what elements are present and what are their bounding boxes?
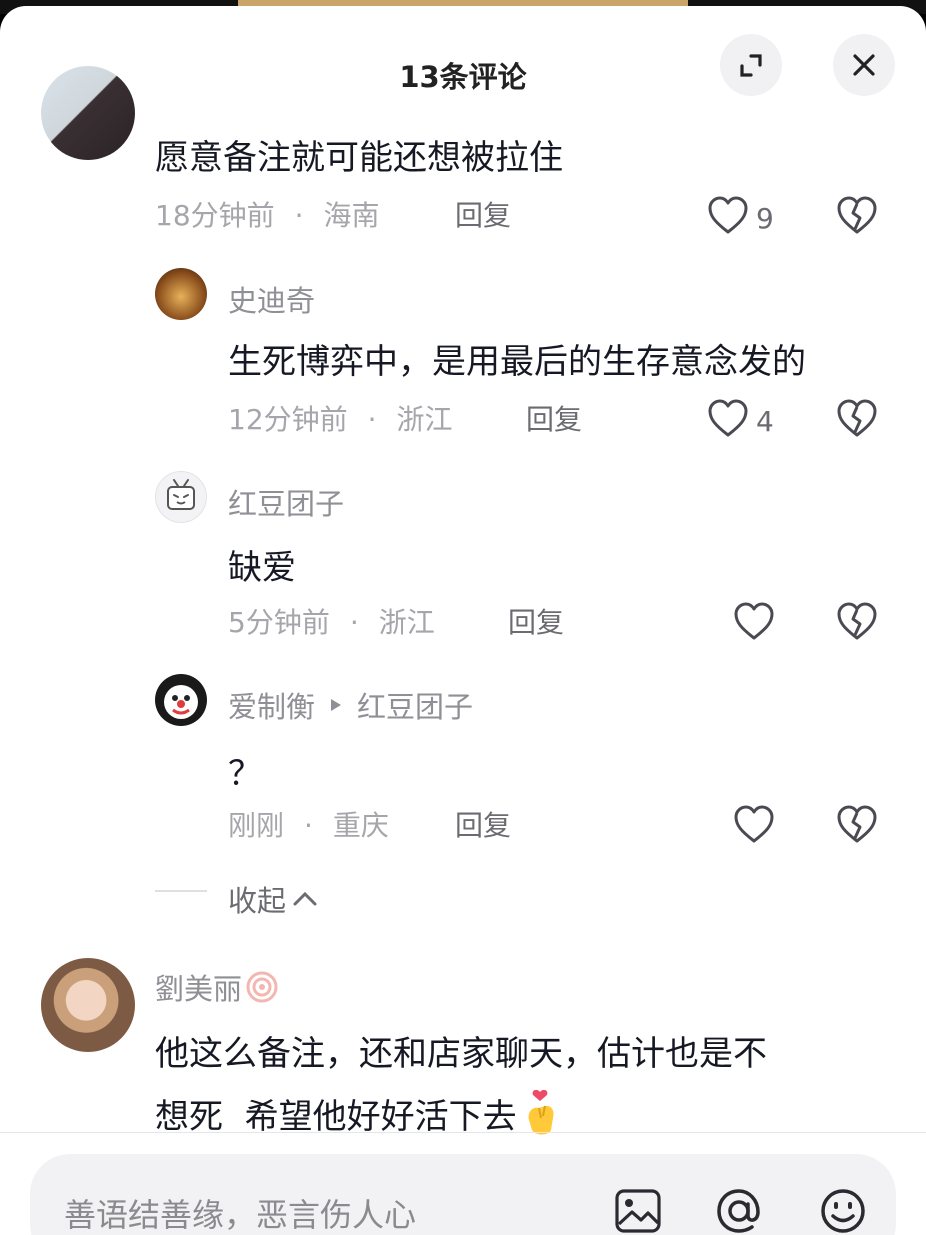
commenter-name[interactable]: 史迪奇 <box>228 278 315 320</box>
heart-icon[interactable] <box>707 196 749 236</box>
comment-text: 生死博弈中，是用最后的生存意念发的 <box>228 342 806 382</box>
reply-button[interactable]: 回复 <box>508 601 564 641</box>
expand-icon <box>740 54 762 77</box>
comment-meta: 12分钟前 · 浙江 <box>228 398 453 438</box>
comment-time: 刚刚 <box>228 809 285 842</box>
collapse-divider <box>155 890 207 892</box>
close-icon <box>853 54 875 76</box>
comment-text: 愿意备注就可能还想被拉住 <box>155 138 563 178</box>
comment-text: ？ <box>228 754 262 794</box>
comment-time: 5分钟前 <box>228 606 330 639</box>
comment-location: 重庆 <box>332 809 389 842</box>
comment-text: 想死 希望他好好活下去 <box>155 1096 517 1137</box>
heart-icon[interactable] <box>733 805 775 845</box>
meta-separator: · <box>304 809 313 842</box>
comment-time: 12分钟前 <box>228 403 348 436</box>
collapse-label: 收起 <box>228 884 287 918</box>
close-button[interactable] <box>833 34 895 96</box>
finger-heart-emoji-icon <box>528 1089 554 1135</box>
like-count: 9 <box>756 202 774 235</box>
commenter-name[interactable]: 红豆团子 <box>228 481 344 523</box>
reply-button[interactable]: 回复 <box>455 194 511 234</box>
comment-location: 海南 <box>323 199 380 232</box>
chevron-up-icon <box>293 891 317 906</box>
dislike-icon[interactable] <box>836 805 878 845</box>
image-icon[interactable] <box>614 1188 662 1234</box>
avatar[interactable] <box>155 471 207 523</box>
comment-text: 他这么备注，还和店家聊天，估计也是不 <box>155 1034 767 1074</box>
comment-meta: 18分钟前 · 海南 <box>155 194 380 234</box>
comment-time: 18分钟前 <box>155 199 275 232</box>
meta-separator: · <box>294 199 304 232</box>
reply-to-name[interactable]: 红豆团子 <box>357 684 473 726</box>
clown-icon <box>164 685 198 719</box>
reply-button[interactable]: 回复 <box>455 804 511 844</box>
commenter-name[interactable]: 劉美丽 <box>155 966 242 1008</box>
comment-meta: 刚刚 · 重庆 <box>228 804 389 844</box>
dislike-icon[interactable] <box>836 602 878 642</box>
comment-sheet: 13条评论 愿意备注就可能还想被拉住 18分钟前 · 海南 回复 9 史迪奇 生死博… <box>0 6 926 1235</box>
comment-input-placeholder[interactable]: 善语结善缘，恶言伤人心 <box>64 1190 416 1235</box>
expand-button[interactable] <box>720 34 782 96</box>
like-count: 4 <box>756 405 774 438</box>
avatar[interactable] <box>41 958 135 1052</box>
avatar[interactable] <box>41 66 135 160</box>
collapse-replies-button[interactable]: 收起 <box>228 878 320 920</box>
input-divider <box>0 1132 926 1133</box>
comment-location: 浙江 <box>378 606 435 639</box>
comment-text-line: 想死 希望他好好活下去 <box>155 1088 563 1138</box>
heart-icon[interactable] <box>733 602 775 642</box>
commenter-name[interactable]: 爱制衡 <box>228 684 315 726</box>
comment-count-title: 13条评论 <box>399 60 527 94</box>
comment-text: 缺爱 <box>228 548 296 588</box>
reply-button[interactable]: 回复 <box>526 398 582 438</box>
meta-separator: · <box>349 606 359 639</box>
tv-face-icon <box>167 479 195 510</box>
avatar[interactable] <box>155 268 207 320</box>
badge-icon <box>246 971 278 1003</box>
commenter-name-row: 劉美丽 <box>155 966 280 1008</box>
meta-separator: · <box>367 403 377 436</box>
reply-arrow-icon <box>331 699 342 711</box>
commenter-name-row: 爱制衡 红豆团子 <box>228 684 473 726</box>
comment-location: 浙江 <box>396 403 453 436</box>
mention-icon[interactable] <box>714 1186 764 1235</box>
dislike-icon[interactable] <box>836 399 878 439</box>
comment-input-bar[interactable]: 善语结善缘，恶言伤人心 <box>30 1154 896 1235</box>
emoji-icon[interactable] <box>818 1186 868 1235</box>
dislike-icon[interactable] <box>836 196 878 236</box>
comment-meta: 5分钟前 · 浙江 <box>228 601 435 641</box>
heart-icon[interactable] <box>707 399 749 439</box>
avatar[interactable] <box>155 674 207 726</box>
